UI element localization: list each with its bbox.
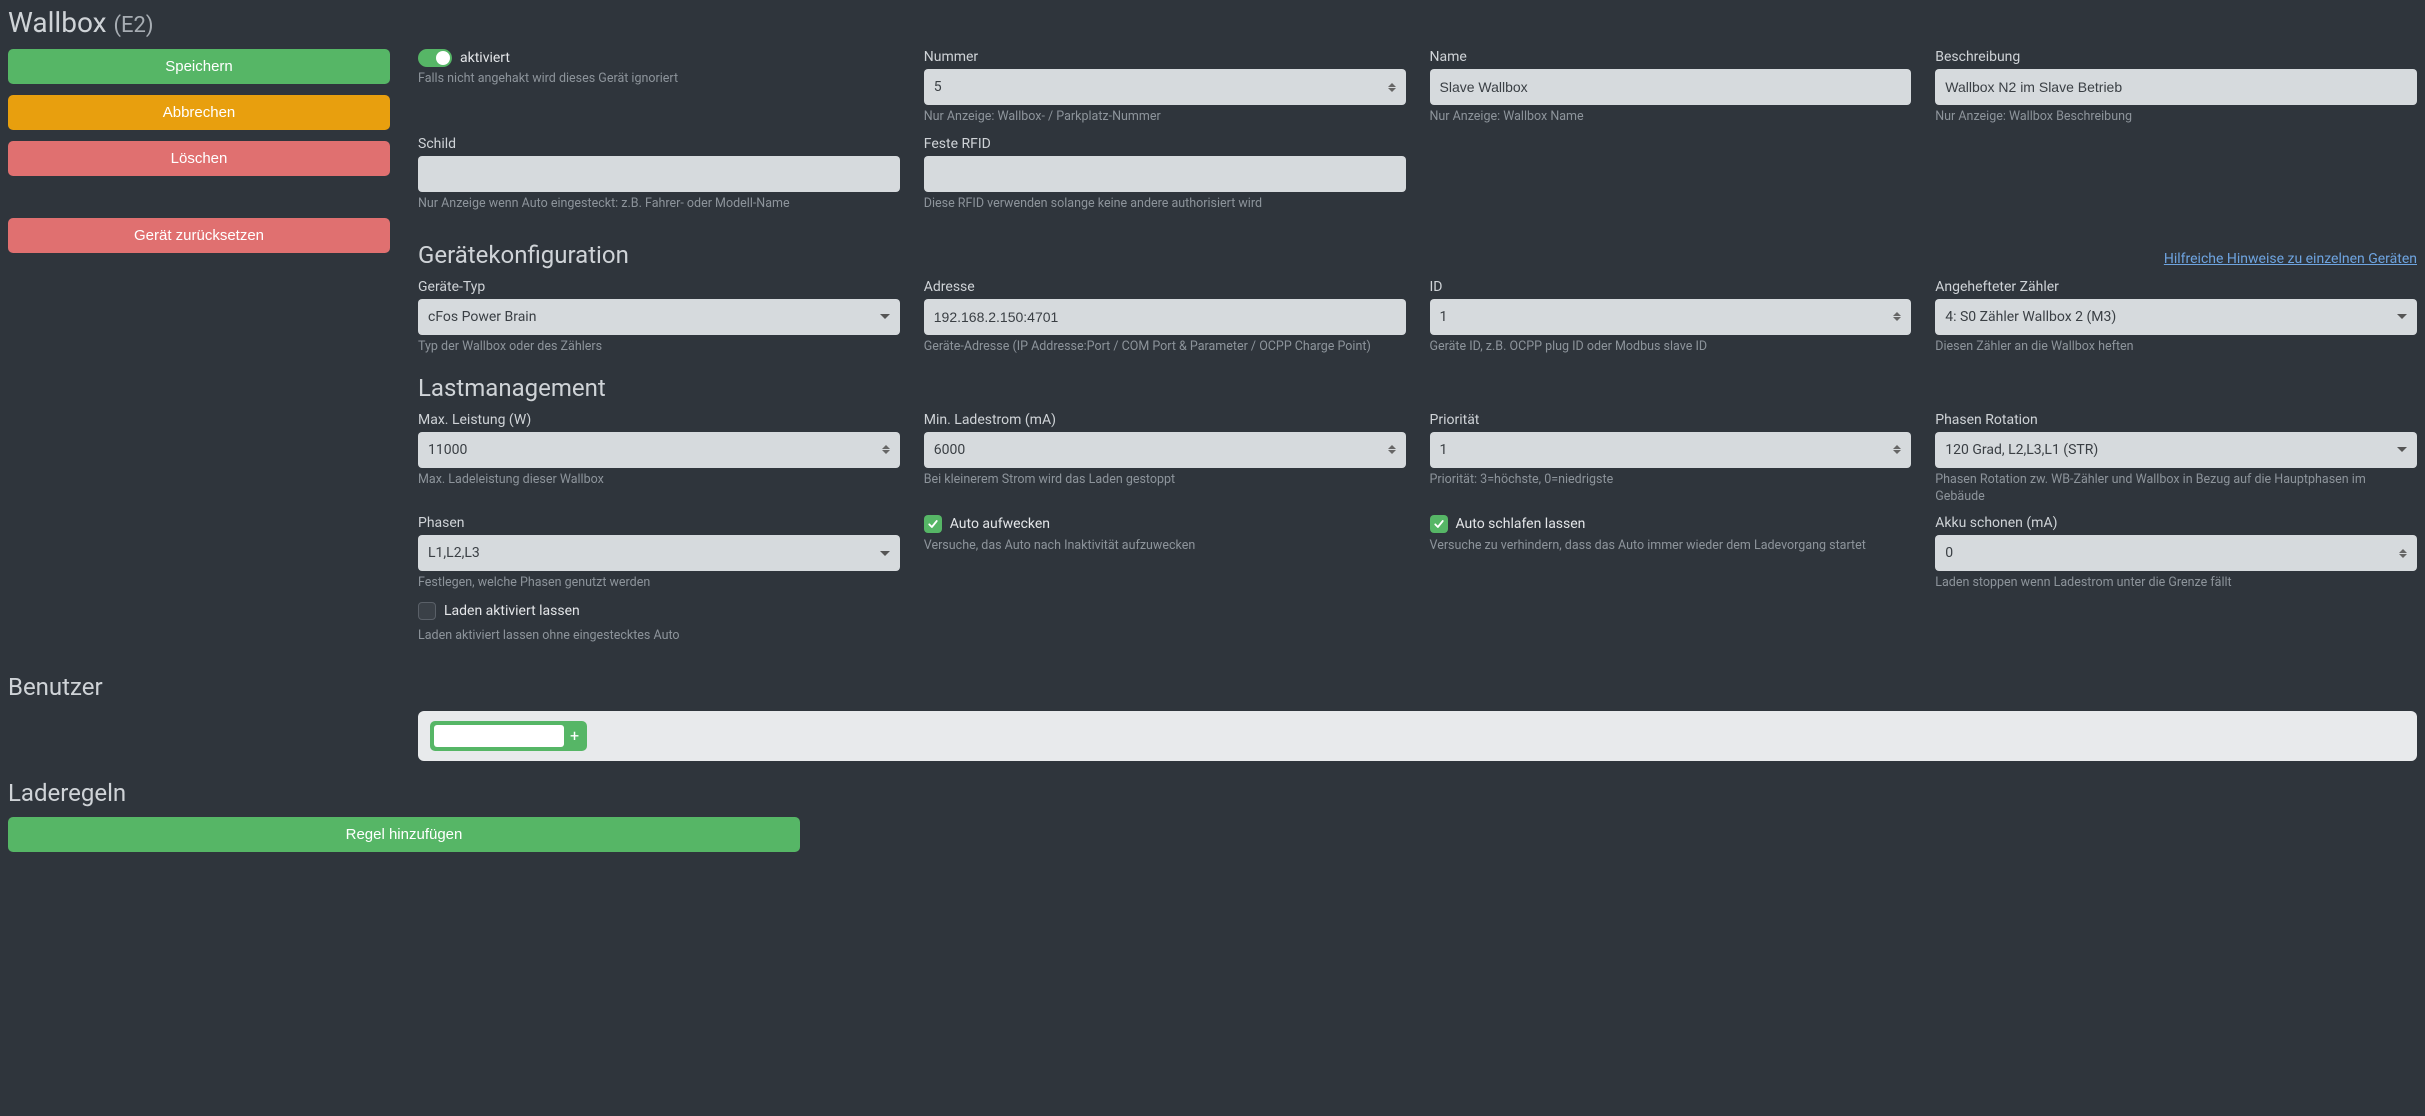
maxpower-label: Max. Leistung (W)	[418, 412, 900, 428]
stepper-icon	[1893, 312, 1901, 321]
chevron-down-icon	[880, 314, 890, 319]
phaserot-select[interactable]: 120 Grad, L2,L3,L1 (STR)	[1935, 432, 2417, 468]
maxpower-help: Max. Ladeleistung dieser Wallbox	[418, 472, 900, 489]
attached-label: Angehefteter Zähler	[1935, 279, 2417, 295]
schild-help: Nur Anzeige wenn Auto eingesteckt: z.B. …	[418, 196, 900, 213]
rfid-label: Feste RFID	[924, 136, 1406, 152]
users-section-title: Benutzer	[8, 673, 2417, 701]
page-title: Wallbox (E2)	[8, 6, 2417, 39]
name-label: Name	[1430, 49, 1912, 65]
schild-label: Schild	[418, 136, 900, 152]
phases-select[interactable]: L1,L2,L3	[418, 535, 900, 571]
address-label: Adresse	[924, 279, 1406, 295]
activated-help: Falls nicht angehakt wird dieses Gerät i…	[418, 71, 900, 88]
akku-label: Akku schonen (mA)	[1935, 515, 2417, 531]
stepper-icon	[1388, 445, 1396, 454]
phaserot-label: Phasen Rotation	[1935, 412, 2417, 428]
load-section-title: Lastmanagement	[418, 374, 2417, 402]
stepper-icon	[2399, 549, 2407, 558]
delete-button[interactable]: Löschen	[8, 141, 390, 176]
attached-select[interactable]: 4: S0 Zähler Wallbox 2 (M3)	[1935, 299, 2417, 335]
akku-help: Laden stoppen wenn Ladestrom unter die G…	[1935, 575, 2417, 592]
keep-charging-checkbox[interactable]: Laden aktiviert lassen	[418, 602, 580, 620]
sleep-help: Versuche zu verhindern, dass das Auto im…	[1430, 538, 1912, 555]
maxpower-input[interactable]: 11000	[418, 432, 900, 468]
cancel-button[interactable]: Abbrechen	[8, 95, 390, 130]
id-help: Geräte ID, z.B. OCPP plug ID oder Modbus…	[1430, 339, 1912, 356]
add-rule-button[interactable]: Regel hinzufügen	[8, 817, 800, 852]
id-label: ID	[1430, 279, 1912, 295]
chevron-down-icon	[2397, 314, 2407, 319]
devtype-help: Typ der Wallbox oder des Zählers	[418, 339, 900, 356]
keep-help: Laden aktiviert lassen ohne eingesteckte…	[418, 628, 900, 645]
devtype-label: Geräte-Typ	[418, 279, 900, 295]
mincurr-label: Min. Ladestrom (mA)	[924, 412, 1406, 428]
add-user-pill[interactable]: +	[430, 721, 587, 751]
id-input[interactable]: 1	[1430, 299, 1912, 335]
mincurr-input[interactable]: 6000	[924, 432, 1406, 468]
activated-toggle[interactable]	[418, 49, 452, 67]
checkbox-empty-icon	[418, 602, 436, 620]
desc-input[interactable]	[1935, 69, 2417, 105]
config-section-title: Gerätekonfiguration	[418, 241, 629, 269]
address-input[interactable]	[924, 299, 1406, 335]
number-help: Nur Anzeige: Wallbox- / Parkplatz-Nummer	[924, 109, 1406, 126]
desc-label: Beschreibung	[1935, 49, 2417, 65]
title-sub: (E2)	[114, 13, 154, 38]
user-input[interactable]	[434, 725, 564, 747]
chevron-down-icon	[2397, 447, 2407, 452]
stepper-icon	[1893, 445, 1901, 454]
plus-icon: +	[566, 728, 583, 744]
number-label: Nummer	[924, 49, 1406, 65]
hints-link[interactable]: Hilfreiche Hinweise zu einzelnen Geräten	[2164, 251, 2417, 267]
wake-label: Auto aufwecken	[950, 516, 1050, 532]
sleep-label: Auto schlafen lassen	[1456, 516, 1586, 532]
stepper-icon	[1388, 83, 1396, 92]
sleep-checkbox[interactable]: Auto schlafen lassen	[1430, 515, 1586, 533]
name-help: Nur Anzeige: Wallbox Name	[1430, 109, 1912, 126]
address-help: Geräte-Adresse (IP Addresse:Port / COM P…	[924, 339, 1406, 356]
wake-help: Versuche, das Auto nach Inaktivität aufz…	[924, 538, 1406, 555]
activated-label: aktiviert	[460, 50, 510, 66]
users-strip: +	[418, 711, 2417, 761]
check-icon	[1430, 515, 1448, 533]
check-icon	[924, 515, 942, 533]
form-content: aktiviert Falls nicht angehakt wird dies…	[418, 49, 2417, 655]
save-button[interactable]: Speichern	[8, 49, 390, 84]
phases-help: Festlegen, welche Phasen genutzt werden	[418, 575, 900, 592]
phases-label: Phasen	[418, 515, 900, 531]
priority-label: Priorität	[1430, 412, 1912, 428]
akku-input[interactable]: 0	[1935, 535, 2417, 571]
number-input[interactable]: 5	[924, 69, 1406, 105]
schild-input[interactable]	[418, 156, 900, 192]
priority-help: Priorität: 3=höchste, 0=niedrigste	[1430, 472, 1912, 489]
mincurr-help: Bei kleinerem Strom wird das Laden gesto…	[924, 472, 1406, 489]
reset-device-button[interactable]: Gerät zurücksetzen	[8, 218, 390, 253]
phaserot-help: Phasen Rotation zw. WB-Zähler und Wallbo…	[1935, 472, 2417, 506]
title-main: Wallbox	[8, 6, 107, 39]
attached-help: Diesen Zähler an die Wallbox heften	[1935, 339, 2417, 356]
priority-input[interactable]: 1	[1430, 432, 1912, 468]
stepper-icon	[882, 445, 890, 454]
devtype-select[interactable]: cFos Power Brain	[418, 299, 900, 335]
wake-checkbox[interactable]: Auto aufwecken	[924, 515, 1050, 533]
action-sidebar: Speichern Abbrechen Löschen Gerät zurück…	[8, 49, 390, 655]
keep-label: Laden aktiviert lassen	[444, 603, 580, 619]
rules-section-title: Laderegeln	[8, 779, 2417, 807]
rfid-help: Diese RFID verwenden solange keine ander…	[924, 196, 1406, 213]
desc-help: Nur Anzeige: Wallbox Beschreibung	[1935, 109, 2417, 126]
name-input[interactable]	[1430, 69, 1912, 105]
rfid-input[interactable]	[924, 156, 1406, 192]
chevron-down-icon	[880, 551, 890, 556]
